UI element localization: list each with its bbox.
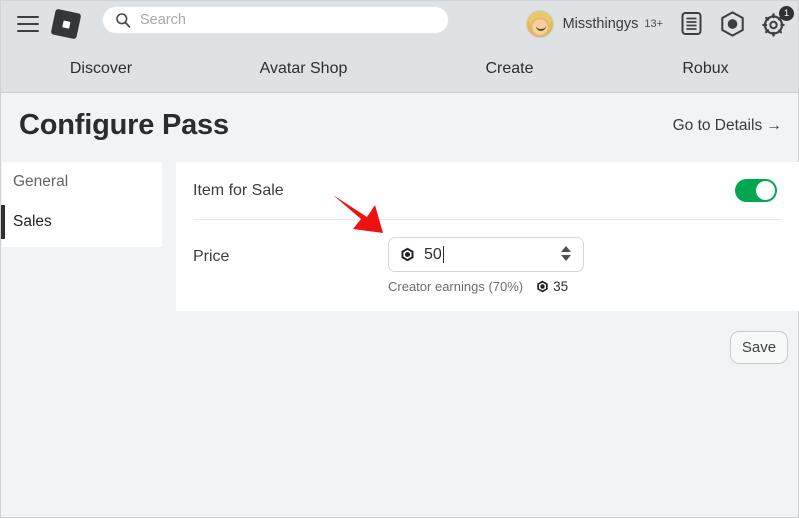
price-stepper[interactable]: [561, 246, 571, 261]
username-label[interactable]: Missthingys: [563, 16, 639, 32]
toggle-knob: [756, 181, 775, 200]
item-for-sale-row: Item for Sale: [176, 162, 799, 219]
settings-sidebar: General Sales: [1, 162, 162, 247]
sidebar-item-general[interactable]: General: [2, 162, 162, 202]
hamburger-menu-icon[interactable]: [17, 15, 39, 32]
price-label: Price: [193, 248, 230, 265]
sidebar-item-sales[interactable]: Sales: [1, 202, 162, 242]
item-for-sale-label: Item for Sale: [193, 181, 284, 199]
search-icon: [116, 13, 131, 28]
nav-item-create[interactable]: Create: [406, 60, 613, 78]
go-to-details-link[interactable]: Go to Details →: [673, 117, 782, 135]
price-row: Price 50 Creator earnings (70%) 35: [176, 220, 799, 294]
price-input[interactable]: 50: [388, 237, 584, 272]
spinner-up-icon[interactable]: [561, 246, 571, 252]
page-header: Configure Pass Go to Details →: [1, 94, 798, 157]
sidebar-item-label: General: [13, 173, 69, 190]
gear-notification-badge: 1: [779, 5, 794, 21]
gear-icon[interactable]: 1: [762, 5, 794, 37]
age-badge: 13+: [644, 17, 663, 30]
creator-earnings-label: Creator earnings (70%): [388, 279, 524, 294]
search-input[interactable]: Search: [102, 6, 449, 34]
search-placeholder: Search: [140, 12, 186, 28]
robux-icon: [537, 280, 548, 293]
item-for-sale-toggle[interactable]: [735, 179, 777, 202]
main-navigation: Discover Avatar Shop Create Robux: [1, 46, 798, 93]
avatar[interactable]: [525, 9, 554, 38]
page-title: Configure Pass: [19, 109, 229, 141]
creator-earnings-value: 35: [553, 279, 569, 294]
nav-item-avatar-shop[interactable]: Avatar Shop: [201, 60, 406, 78]
sidebar-item-label: Sales: [13, 213, 52, 230]
price-field-group: 50 Creator earnings (70%) 35: [388, 237, 584, 294]
price-value: 50: [424, 245, 442, 263]
roblox-configure-pass-page: Search Missthingys 13+ 1 Discover Avatar…: [0, 0, 799, 518]
save-button[interactable]: Save: [730, 331, 788, 364]
sales-settings-card: Item for Sale Price 50 Creator earnings …: [176, 162, 799, 311]
text-cursor: [442, 246, 444, 263]
nav-item-discover[interactable]: Discover: [1, 60, 201, 78]
robux-hexagon-icon[interactable]: [720, 10, 745, 37]
robux-icon: [401, 247, 414, 262]
nav-item-robux[interactable]: Robux: [613, 60, 798, 78]
creator-earnings-row: Creator earnings (70%) 35: [388, 279, 584, 294]
spinner-down-icon[interactable]: [561, 255, 571, 261]
roblox-logo-icon[interactable]: [50, 8, 82, 39]
top-navigation-bar: Search Missthingys 13+ 1: [1, 1, 798, 46]
list-icon[interactable]: [680, 11, 703, 36]
user-area: Missthingys 13+ 1: [525, 1, 794, 46]
